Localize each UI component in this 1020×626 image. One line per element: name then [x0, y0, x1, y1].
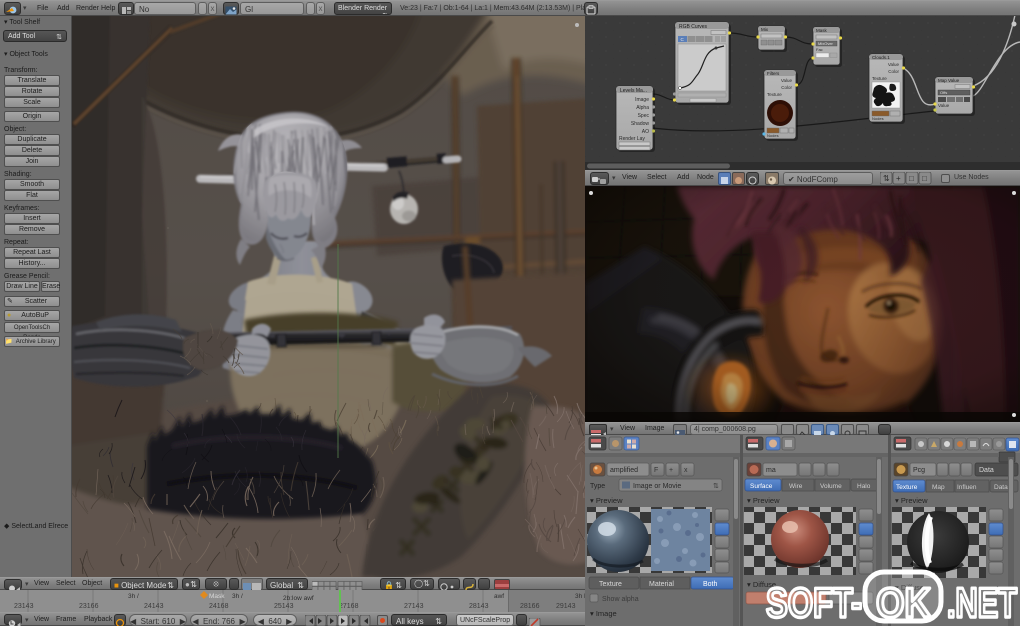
svg-text:28166: 28166 — [520, 603, 540, 610]
svg-text:+: + — [896, 174, 901, 183]
svg-text:Material: Material — [649, 581, 674, 588]
svg-text:Show alpha: Show alpha — [602, 596, 639, 603]
svg-text:Fac: Fac — [816, 47, 823, 52]
svg-text:Texture: Texture — [896, 484, 918, 491]
svg-text:ma: ma — [766, 467, 776, 474]
svg-text:▾ Preview: ▾ Preview — [747, 496, 780, 505]
svg-text:Type: Type — [590, 483, 605, 490]
svg-text:amplified: amplified — [610, 467, 638, 474]
svg-text:Map: Map — [932, 484, 945, 491]
svg-text:28143: 28143 — [469, 603, 489, 610]
svg-text:Both: Both — [703, 581, 718, 588]
svg-text:Shadow: Shadow — [631, 121, 649, 127]
svg-text:Alpha: Alpha — [636, 105, 649, 111]
svg-text:Mask: Mask — [816, 28, 828, 33]
svg-text:2b:low awf: 2b:low awf — [283, 595, 314, 602]
svg-text:Map Value: Map Value — [938, 78, 960, 83]
svg-text:Color: Color — [781, 85, 792, 90]
svg-text:Clouds.1: Clouds.1 — [872, 55, 890, 60]
svg-text:24143: 24143 — [144, 603, 164, 610]
svg-text:Filters: Filters — [767, 71, 780, 76]
svg-text:3h /: 3h / — [232, 593, 243, 600]
svg-text:Mask: Mask — [209, 593, 225, 600]
svg-text:▾ Preview: ▾ Preview — [895, 496, 928, 505]
svg-text:Influen: Influen — [957, 484, 977, 491]
svg-text:Color: Color — [888, 69, 899, 74]
svg-text:Data: Data — [979, 467, 994, 474]
svg-text:□: □ — [922, 174, 927, 183]
svg-text:Wire: Wire — [789, 483, 803, 490]
svg-text:Levels Ma...: Levels Ma... — [620, 88, 647, 94]
svg-text:▾ Diffuse: ▾ Diffuse — [895, 583, 924, 592]
svg-text:Value: Value — [938, 103, 950, 108]
svg-text:3h /: 3h / — [128, 593, 139, 600]
svg-text:27168: 27168 — [339, 603, 359, 610]
svg-text:⇅: ⇅ — [713, 483, 719, 490]
svg-text:23143: 23143 — [14, 603, 34, 610]
svg-text:Volume: Volume — [820, 483, 842, 490]
svg-text:Value: Value — [781, 78, 793, 83]
svg-text:Image: Image — [635, 97, 649, 103]
svg-text:▾ Diffuse: ▾ Diffuse — [747, 580, 776, 589]
svg-text:Texture: Texture — [767, 92, 782, 97]
svg-text:Surface: Surface — [750, 483, 773, 490]
svg-text:▾ Image: ▾ Image — [590, 609, 617, 618]
svg-text:27143: 27143 — [404, 603, 424, 610]
svg-text:⇅: ⇅ — [883, 174, 890, 183]
svg-text:Halo: Halo — [857, 483, 871, 490]
svg-text:23166: 23166 — [79, 603, 99, 610]
svg-text:Data: Data — [994, 484, 1008, 491]
svg-text:3h E: 3h E — [575, 593, 585, 600]
svg-text:F: F — [654, 467, 658, 474]
svg-text:Value: Value — [888, 62, 900, 67]
svg-text:Spec: Spec — [638, 113, 650, 119]
svg-text:□: □ — [909, 174, 914, 183]
svg-text:Offs: Offs — [940, 90, 947, 95]
svg-text:AO: AO — [642, 129, 649, 135]
svg-text:▾ Preview: ▾ Preview — [590, 496, 623, 505]
svg-text:+: + — [669, 467, 673, 474]
svg-text:Pcg: Pcg — [913, 467, 925, 474]
svg-text:x: x — [684, 467, 688, 474]
svg-text:Texture: Texture — [599, 581, 622, 588]
svg-text:29143: 29143 — [556, 603, 576, 610]
svg-text:MixOver: MixOver — [818, 41, 834, 46]
svg-text:Image or Movie: Image or Movie — [633, 483, 681, 490]
svg-text:Nodes: Nodes — [767, 133, 779, 138]
svg-text:Texture: Texture — [872, 76, 887, 81]
svg-text:25143: 25143 — [274, 603, 294, 610]
svg-text:RGB Curves: RGB Curves — [679, 24, 708, 30]
svg-text:Render Lay: Render Lay — [619, 136, 645, 142]
svg-text:awf: awf — [494, 593, 504, 600]
svg-text:24168: 24168 — [209, 603, 229, 610]
svg-text:Mix: Mix — [761, 27, 769, 32]
svg-text:Nodes: Nodes — [872, 116, 884, 121]
